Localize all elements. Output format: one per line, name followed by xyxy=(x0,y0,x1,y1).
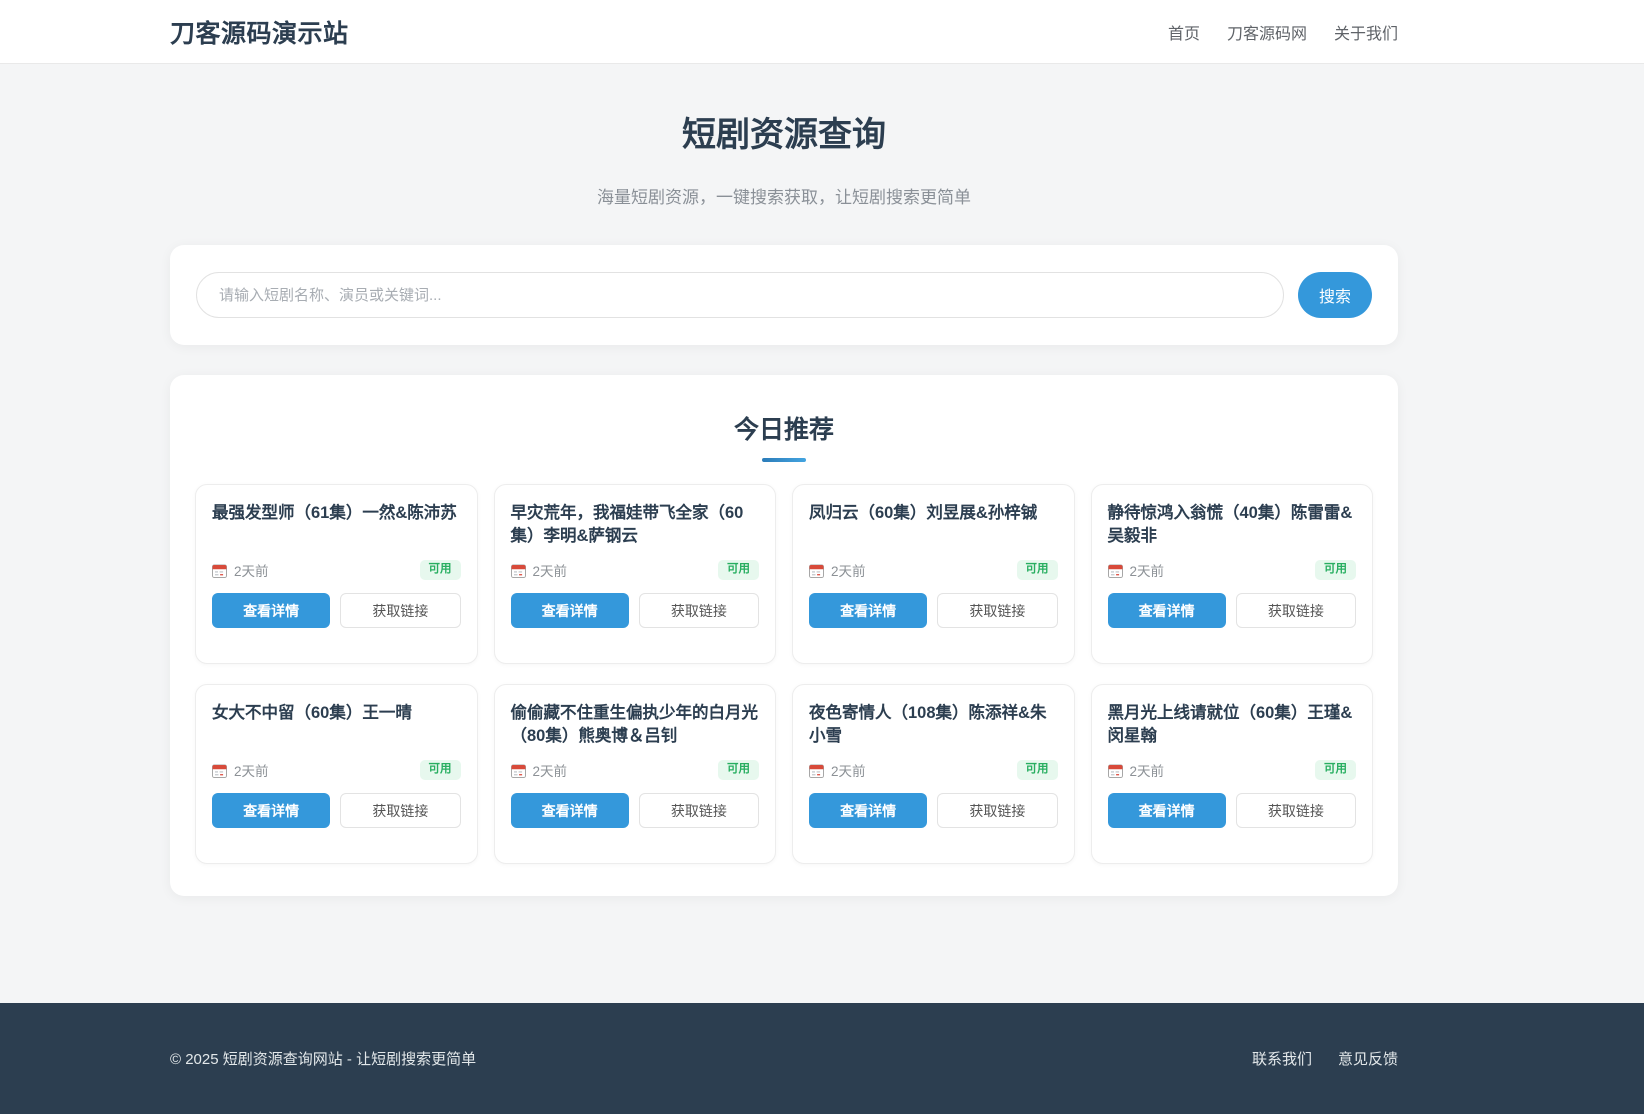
recommendations-title: 今日推荐 xyxy=(195,410,1373,446)
nav-item-about[interactable]: 关于我们 xyxy=(1334,20,1398,44)
calendar-icon xyxy=(1108,563,1123,578)
status-badge: 可用 xyxy=(718,560,759,580)
calendar-icon xyxy=(511,763,526,778)
search-input[interactable] xyxy=(196,272,1284,318)
drama-meta: 2天前 可用 xyxy=(1108,560,1357,580)
view-details-button[interactable]: 查看详情 xyxy=(511,793,629,828)
drama-grid: 最强发型师（61集）一然&陈沛苏 2天前 可用 查看详情 获取链接 xyxy=(195,484,1373,864)
footer-link-feedback[interactable]: 意见反馈 xyxy=(1338,1048,1398,1069)
footer-link-contact[interactable]: 联系我们 xyxy=(1252,1048,1312,1069)
status-badge: 可用 xyxy=(1017,560,1058,580)
drama-date: 2天前 xyxy=(234,560,269,580)
search-panel: 搜索 xyxy=(170,245,1398,345)
get-link-button[interactable]: 获取链接 xyxy=(639,793,759,828)
get-link-button[interactable]: 获取链接 xyxy=(937,793,1057,828)
drama-meta: 2天前 可用 xyxy=(511,560,760,580)
get-link-button[interactable]: 获取链接 xyxy=(1236,793,1356,828)
site-header: 刀客源码演示站 首页 刀客源码网 关于我们 xyxy=(0,0,1644,64)
get-link-button[interactable]: 获取链接 xyxy=(937,593,1057,628)
drama-card: 最强发型师（61集）一然&陈沛苏 2天前 可用 查看详情 获取链接 xyxy=(195,484,478,664)
drama-date: 2天前 xyxy=(533,560,568,580)
view-details-button[interactable]: 查看详情 xyxy=(809,593,927,628)
view-details-button[interactable]: 查看详情 xyxy=(809,793,927,828)
main-content: 短剧资源查询 海量短剧资源，一键搜索获取，让短剧搜索更简单 搜索 今日推荐 最强… xyxy=(0,64,1644,896)
copyright-text: © 2025 短剧资源查询网站 - 让短剧搜索更简单 xyxy=(170,1048,476,1069)
drama-meta: 2天前 可用 xyxy=(212,760,461,780)
status-badge: 可用 xyxy=(718,760,759,780)
drama-title: 偷偷藏不住重生偏执少年的白月光（80集）熊奥博＆吕钊 xyxy=(511,702,760,749)
view-details-button[interactable]: 查看详情 xyxy=(1108,593,1226,628)
view-details-button[interactable]: 查看详情 xyxy=(212,593,330,628)
drama-date: 2天前 xyxy=(1130,560,1165,580)
site-footer: © 2025 短剧资源查询网站 - 让短剧搜索更简单 联系我们 意见反馈 xyxy=(0,1003,1644,1114)
drama-card: 女大不中留（60集）王一晴 2天前 可用 查看详情 获取链接 xyxy=(195,684,478,864)
nav-item-daoke-source[interactable]: 刀客源码网 xyxy=(1227,20,1307,44)
drama-title: 静待惊鸿入翁慌（40集）陈雷雷&吴毅非 xyxy=(1108,502,1357,549)
drama-meta: 2天前 可用 xyxy=(1108,760,1357,780)
status-badge: 可用 xyxy=(1315,560,1356,580)
view-details-button[interactable]: 查看详情 xyxy=(511,593,629,628)
calendar-icon xyxy=(809,563,824,578)
calendar-icon xyxy=(212,563,227,578)
calendar-icon xyxy=(809,763,824,778)
site-logo: 刀客源码演示站 xyxy=(170,14,349,50)
page-subtitle: 海量短剧资源，一键搜索获取，让短剧搜索更简单 xyxy=(170,183,1398,208)
status-badge: 可用 xyxy=(1315,760,1356,780)
drama-title: 凤归云（60集）刘昱展&孙梓铖 xyxy=(809,502,1058,549)
status-badge: 可用 xyxy=(420,760,461,780)
calendar-icon xyxy=(212,763,227,778)
status-badge: 可用 xyxy=(1017,760,1058,780)
drama-title: 夜色寄情人（108集）陈添祥&朱小雪 xyxy=(809,702,1058,749)
drama-date: 2天前 xyxy=(533,760,568,780)
view-details-button[interactable]: 查看详情 xyxy=(212,793,330,828)
drama-card: 夜色寄情人（108集）陈添祥&朱小雪 2天前 可用 查看详情 获取链接 xyxy=(792,684,1075,864)
drama-date: 2天前 xyxy=(831,560,866,580)
view-details-button[interactable]: 查看详情 xyxy=(1108,793,1226,828)
drama-title: 女大不中留（60集）王一晴 xyxy=(212,702,461,749)
calendar-icon xyxy=(511,563,526,578)
calendar-icon xyxy=(1108,763,1123,778)
search-button[interactable]: 搜索 xyxy=(1298,272,1372,318)
drama-card: 凤归云（60集）刘昱展&孙梓铖 2天前 可用 查看详情 获取链接 xyxy=(792,484,1075,664)
drama-card: 静待惊鸿入翁慌（40集）陈雷雷&吴毅非 2天前 可用 查看详情 获取链接 xyxy=(1091,484,1374,664)
drama-title: 早灾荒年，我福娃带飞全家（60集）李明&萨钢云 xyxy=(511,502,760,549)
page-title: 短剧资源查询 xyxy=(170,107,1398,156)
get-link-button[interactable]: 获取链接 xyxy=(1236,593,1356,628)
main-nav: 首页 刀客源码网 关于我们 xyxy=(1168,20,1398,44)
footer-links: 联系我们 意见反馈 xyxy=(1252,1048,1398,1069)
drama-meta: 2天前 可用 xyxy=(511,760,760,780)
drama-meta: 2天前 可用 xyxy=(809,760,1058,780)
drama-date: 2天前 xyxy=(831,760,866,780)
recommendations-panel: 今日推荐 最强发型师（61集）一然&陈沛苏 2天前 可用 xyxy=(170,375,1398,896)
nav-item-home[interactable]: 首页 xyxy=(1168,20,1200,44)
drama-card: 早灾荒年，我福娃带飞全家（60集）李明&萨钢云 2天前 可用 查看详情 获取链接 xyxy=(494,484,777,664)
heading-underline xyxy=(762,458,806,462)
drama-date: 2天前 xyxy=(1130,760,1165,780)
get-link-button[interactable]: 获取链接 xyxy=(340,793,460,828)
drama-title: 最强发型师（61集）一然&陈沛苏 xyxy=(212,502,461,549)
drama-date: 2天前 xyxy=(234,760,269,780)
get-link-button[interactable]: 获取链接 xyxy=(639,593,759,628)
status-badge: 可用 xyxy=(420,560,461,580)
get-link-button[interactable]: 获取链接 xyxy=(340,593,460,628)
drama-meta: 2天前 可用 xyxy=(809,560,1058,580)
drama-card: 黑月光上线请就位（60集）王瑾&闵星翰 2天前 可用 查看详情 获取链接 xyxy=(1091,684,1374,864)
drama-card: 偷偷藏不住重生偏执少年的白月光（80集）熊奥博＆吕钊 2天前 可用 查看详情 获… xyxy=(494,684,777,864)
page: 刀客源码演示站 首页 刀客源码网 关于我们 短剧资源查询 海量短剧资源，一键搜索… xyxy=(0,0,1644,1114)
drama-meta: 2天前 可用 xyxy=(212,560,461,580)
drama-title: 黑月光上线请就位（60集）王瑾&闵星翰 xyxy=(1108,702,1357,749)
